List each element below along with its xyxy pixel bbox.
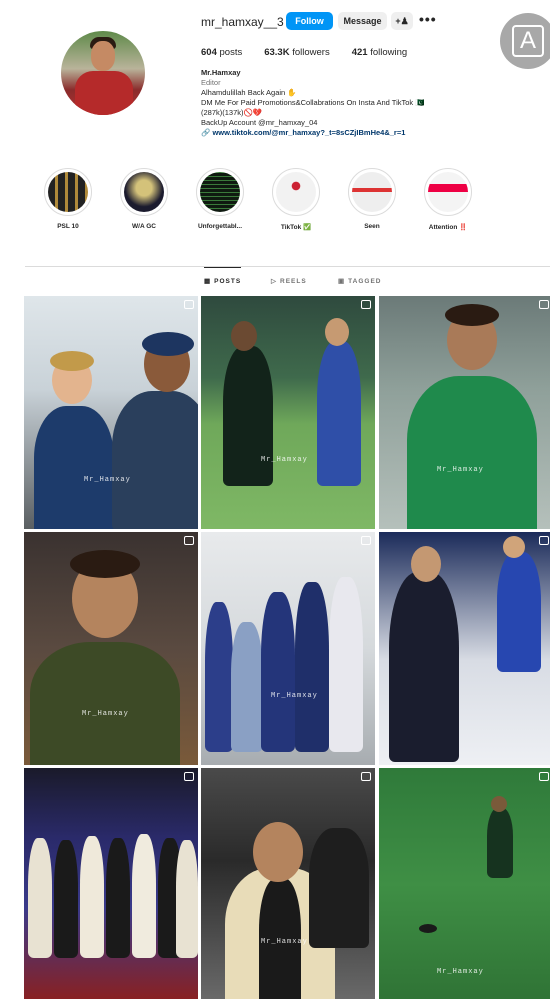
highlight-thumb: [124, 172, 164, 212]
post-tile[interactable]: [379, 532, 550, 765]
following-number: 421: [351, 47, 368, 58]
tab-tagged[interactable]: ▣ TAGGED: [338, 277, 382, 286]
highlight-label: Unforgettabl...: [197, 223, 243, 230]
following-count[interactable]: 421 following: [352, 47, 407, 58]
message-button[interactable]: Message: [338, 12, 387, 30]
profile-bio: Mr.Hamxay Editor Alhamdulillah Back Agai…: [201, 68, 481, 138]
accessibility-icon: A: [512, 25, 544, 57]
tagged-icon: ▣: [338, 278, 346, 285]
followers-label: followers: [292, 47, 330, 58]
reel-icon: [539, 536, 549, 545]
grid-icon: ▦: [204, 278, 212, 285]
posts-grid: Mr_Hamxay Mr_Hamxay Mr_Hamxay Mr_Hamxay …: [24, 296, 550, 999]
watermark-text: Mr_Hamxay: [84, 476, 131, 484]
bio-link-text: www.tiktok.com/@mr_hamxay?_t=8sCZjIBmHe4…: [212, 128, 406, 137]
highlight-psl10[interactable]: PSL 10: [38, 168, 98, 230]
profile-tabs: ▦ POSTS ▷ REELS ▣ TAGGED: [0, 267, 550, 295]
highlight-thumb: [276, 172, 316, 212]
highlight-seen[interactable]: Seen: [342, 168, 402, 230]
highlight-wa-gc[interactable]: W/A GC: [114, 168, 174, 230]
reel-icon: [539, 772, 549, 781]
post-tile[interactable]: Mr_Hamxay: [201, 296, 375, 529]
watermark-text: Mr_Hamxay: [437, 466, 484, 474]
reel-icon: [361, 772, 371, 781]
highlight-thumb: [48, 172, 88, 212]
following-label: following: [370, 47, 408, 58]
watermark-text: Mr_Hamxay: [437, 968, 484, 976]
watermark-text: Mr_Hamxay: [82, 710, 129, 718]
highlight-thumb: [200, 172, 240, 212]
post-tile[interactable]: Mr_Hamxay: [201, 768, 375, 999]
posts-number: 604: [201, 47, 217, 58]
reel-icon: [184, 536, 194, 545]
post-tile[interactable]: Mr_Hamxay: [379, 768, 550, 999]
post-tile[interactable]: [24, 768, 198, 999]
tab-reels[interactable]: ▷ REELS: [271, 277, 307, 286]
post-tile[interactable]: Mr_Hamxay: [379, 296, 550, 529]
add-user-icon: +♟: [395, 15, 409, 26]
highlight-label: Attention ‼️: [428, 224, 468, 231]
highlight-label: W/A GC: [132, 223, 156, 230]
highlight-tiktok[interactable]: TikTok ✅: [266, 168, 326, 231]
highlight-label: PSL 10: [57, 223, 79, 230]
profile-stats: 604 posts 63.3K followers 421 following: [201, 47, 429, 58]
tab-tagged-label: TAGGED: [348, 277, 382, 285]
watermark-text: Mr_Hamxay: [261, 938, 308, 946]
highlight-thumb: [352, 172, 392, 212]
highlight-unforgettable[interactable]: Unforgettabl...: [190, 168, 250, 230]
highlight-label: Seen: [364, 223, 380, 230]
more-options-icon[interactable]: •••: [419, 11, 437, 27]
reel-icon: [361, 536, 371, 545]
tab-posts-label: POSTS: [214, 277, 242, 285]
posts-count[interactable]: 604 posts: [201, 47, 242, 58]
highlight-label: TikTok ✅: [280, 224, 312, 231]
reel-icon: [539, 300, 549, 309]
profile-username: mr_hamxay__3: [201, 15, 284, 29]
post-tile[interactable]: Mr_Hamxay: [24, 532, 198, 765]
watermark-text: Mr_Hamxay: [261, 456, 308, 464]
post-tile[interactable]: Mr_Hamxay: [201, 532, 375, 765]
bio-line-3: (287k)(137k)🚫💔: [201, 108, 263, 117]
reels-icon: ▷: [271, 278, 277, 285]
posts-label: posts: [219, 47, 243, 58]
bio-line-1: Alhamdulillah Back Again ✋: [201, 88, 297, 97]
watermark-text: Mr_Hamxay: [271, 692, 318, 700]
tab-posts[interactable]: ▦ POSTS: [204, 267, 242, 285]
bio-line-2: DM Me For Paid Promotions&Collabrations …: [201, 98, 425, 107]
reel-icon: [184, 772, 194, 781]
add-user-button[interactable]: +♟: [391, 12, 413, 30]
highlight-thumb: [428, 172, 468, 212]
bio-name: Mr.Hamxay: [201, 68, 241, 77]
followers-number: 63.3K: [264, 47, 290, 58]
highlight-attention[interactable]: Attention ‼️: [418, 168, 478, 231]
bio-category: Editor: [201, 78, 221, 87]
tab-reels-label: REELS: [280, 277, 307, 285]
avatar-face: [91, 41, 115, 71]
bio-line-4: BackUp Account @mr_hamxay_04: [201, 118, 318, 127]
story-highlights: PSL 10 W/A GC Unforgettabl... TikTok ✅ S…: [38, 168, 498, 238]
profile-avatar[interactable]: [61, 31, 145, 115]
post-tile[interactable]: Mr_Hamxay: [24, 296, 198, 529]
accessibility-button[interactable]: A: [500, 13, 550, 69]
reel-icon: [184, 300, 194, 309]
reel-icon: [361, 300, 371, 309]
follow-button[interactable]: Follow: [286, 12, 333, 30]
avatar-shirt: [75, 71, 133, 115]
bio-link[interactable]: 🔗 www.tiktok.com/@mr_hamxay?_t=8sCZjIBmH…: [201, 128, 481, 138]
followers-count[interactable]: 63.3K followers: [264, 47, 330, 58]
